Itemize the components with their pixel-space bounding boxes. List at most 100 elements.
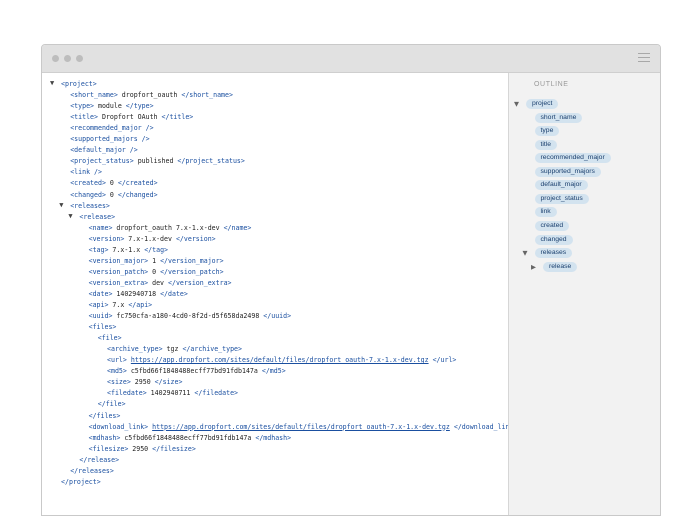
xml-tag: </date>	[160, 289, 188, 298]
xml-tag: <size>	[107, 378, 131, 387]
xml-tag: <changed>	[70, 190, 106, 199]
xml-tag: <recommended_major />	[70, 124, 154, 133]
xml-line: <url> https://app.dropfort.com/sites/def…	[107, 355, 456, 366]
xml-tag: <md5>	[107, 367, 127, 376]
xml-line: <version_extra> dev </version_extra>	[89, 278, 232, 289]
xml-tag: </version_major>	[160, 256, 224, 265]
outline-item-label: created	[534, 220, 570, 231]
xml-tag: </size>	[154, 378, 183, 387]
maximize-window-button[interactable]	[76, 55, 83, 62]
outline-item-releases[interactable]: releases	[534, 248, 573, 259]
outline-item-changed[interactable]: changed	[534, 234, 573, 245]
xml-line: <files>	[89, 322, 117, 333]
xml-tag: <project_status>	[70, 157, 134, 166]
xml-line: </file>	[98, 399, 126, 410]
outline-item-link[interactable]: link	[534, 207, 557, 218]
outline-panel: OUTLINE ▼ project short_nametype title recom…	[508, 73, 660, 515]
xml-tag: </url>	[432, 356, 457, 365]
xml-tag: <default_major />	[70, 146, 138, 155]
xml-tag: </archive_type>	[182, 345, 242, 354]
xml-value: c5fbd66f1848488ecff77bd91fdb147a	[120, 433, 256, 442]
xml-tag: </api>	[128, 301, 153, 309]
xml-tag: </version>	[175, 234, 216, 243]
xml-tag: <file>	[97, 334, 122, 343]
xml-tag: <uuid>	[88, 312, 113, 321]
xml-tag: <short_name>	[70, 91, 118, 100]
xml-line: </releases>	[70, 466, 114, 477]
expand-arrow-icon[interactable]: ▶	[531, 263, 536, 271]
collapse-toggle-icon[interactable]: ▼	[59, 201, 63, 209]
outline-item-label: project	[526, 99, 559, 109]
xml-tag: <api>	[88, 301, 109, 309]
xml-link[interactable]: https://app.dropfort.com/sites/default/f…	[152, 423, 450, 431]
xml-line: <project_status> published </project_sta…	[70, 156, 245, 167]
hamburger-menu-icon[interactable]	[638, 53, 650, 64]
xml-tag: </project_status>	[177, 157, 245, 166]
xml-line: <uuid> fc750cfa-a180-4cd0-8f2d-d5f658da2…	[89, 311, 291, 322]
xml-line: <md5> c5fbd66f1848488ecff77bd91fdb147a <…	[107, 366, 286, 377]
xml-value: 7.x-1.x	[108, 245, 145, 254]
xml-line: <recommended_major />	[70, 123, 153, 134]
xml-value: dev	[148, 278, 168, 287]
outline-item-project[interactable]: project	[526, 99, 559, 109]
xml-value: tgz	[162, 345, 183, 354]
xml-link[interactable]: https://app.dropfort.com/sites/default/f…	[131, 356, 429, 364]
xml-tag: <link />	[70, 168, 102, 177]
xml-line: <default_major />	[70, 145, 138, 156]
xml-line: <archive_type> tgz </archive_type>	[107, 344, 242, 355]
outline-item-supported-majors[interactable]: supported_majors	[534, 166, 601, 177]
xml-tag: </type>	[125, 102, 154, 111]
xml-value: c5fbd66f1848488ecff77bd91fdb147a	[126, 367, 262, 376]
xml-tag: </filesize>	[152, 444, 196, 453]
xml-line: <size> 2950 </size>	[107, 377, 182, 388]
outline-item-recommended-major[interactable]: recommended_major	[534, 153, 611, 164]
xml-tag: <project>	[61, 80, 97, 88]
xml-line: <type> module </type>	[70, 101, 153, 112]
collapse-arrow-icon[interactable]: ▼	[523, 249, 528, 257]
outline-item-release[interactable]: release	[543, 261, 578, 272]
xml-line: <short_name> dropfort_oauth </short_name…	[70, 90, 233, 101]
xml-value: 0	[105, 190, 118, 199]
xml-tag: </tag>	[144, 245, 169, 254]
xml-tag: </filedate>	[194, 389, 239, 398]
xml-line: <version> 7.x-1.x-dev </version>	[89, 234, 216, 245]
xml-value: module	[94, 102, 126, 111]
xml-tag: <url>	[107, 356, 127, 365]
xml-tag: <date>	[88, 289, 113, 298]
xml-line: <file>	[98, 333, 122, 344]
xml-line: </project>	[61, 477, 101, 488]
xml-line: <version_patch> 0 </version_patch>	[89, 267, 224, 278]
outline-item-default-major[interactable]: default_major	[534, 180, 588, 191]
xml-tag: </title>	[161, 113, 194, 122]
outline-item-short-name[interactable]: short_name	[534, 112, 583, 123]
xml-tag: <archive_type>	[107, 345, 163, 354]
outline-item-project-status[interactable]: project_status	[534, 193, 589, 204]
outline-item-label: changed	[534, 234, 573, 245]
outline-item-label: default_major	[534, 180, 588, 191]
outline-item-label: release	[543, 261, 578, 272]
xml-line: <version_major> 1 </version_major>	[89, 256, 224, 267]
collapse-toggle-icon[interactable]: ▼	[50, 79, 54, 87]
xml-value: 2950	[128, 444, 153, 453]
xml-value: fc750cfa-a180-4cd0-8f2d-d5f658da2498	[112, 312, 264, 321]
collapse-toggle-icon[interactable]: ▼	[68, 212, 72, 220]
close-window-button[interactable]	[52, 55, 59, 62]
xml-value: Dropfort OAuth	[97, 113, 162, 122]
xml-line: <link />	[70, 167, 102, 178]
outline-item-title[interactable]: title	[534, 139, 558, 150]
xml-tag: <tag>	[88, 245, 109, 254]
minimize-window-button[interactable]	[64, 55, 71, 62]
outline-item-label: releases	[534, 248, 573, 259]
xml-value: 7.x	[108, 301, 129, 309]
outline-item-created[interactable]: created	[534, 220, 570, 231]
xml-tag: </short_name>	[181, 91, 233, 100]
collapse-arrow-icon[interactable]: ▼	[514, 100, 519, 108]
xml-value: dropfort_oauth 7.x-1.x-dev	[112, 223, 224, 232]
outline-title: OUTLINE	[534, 81, 569, 88]
outline-item-type[interactable]: type	[534, 126, 560, 137]
xml-tag: <mdhash>	[88, 433, 121, 442]
xml-viewer: ▼ <project> <short_name> dropfort_oauth </…	[42, 73, 517, 515]
xml-tag: <version_patch>	[88, 267, 149, 276]
outline-item-label: title	[534, 139, 558, 150]
xml-line: <changed> 0 </changed>	[70, 190, 157, 201]
